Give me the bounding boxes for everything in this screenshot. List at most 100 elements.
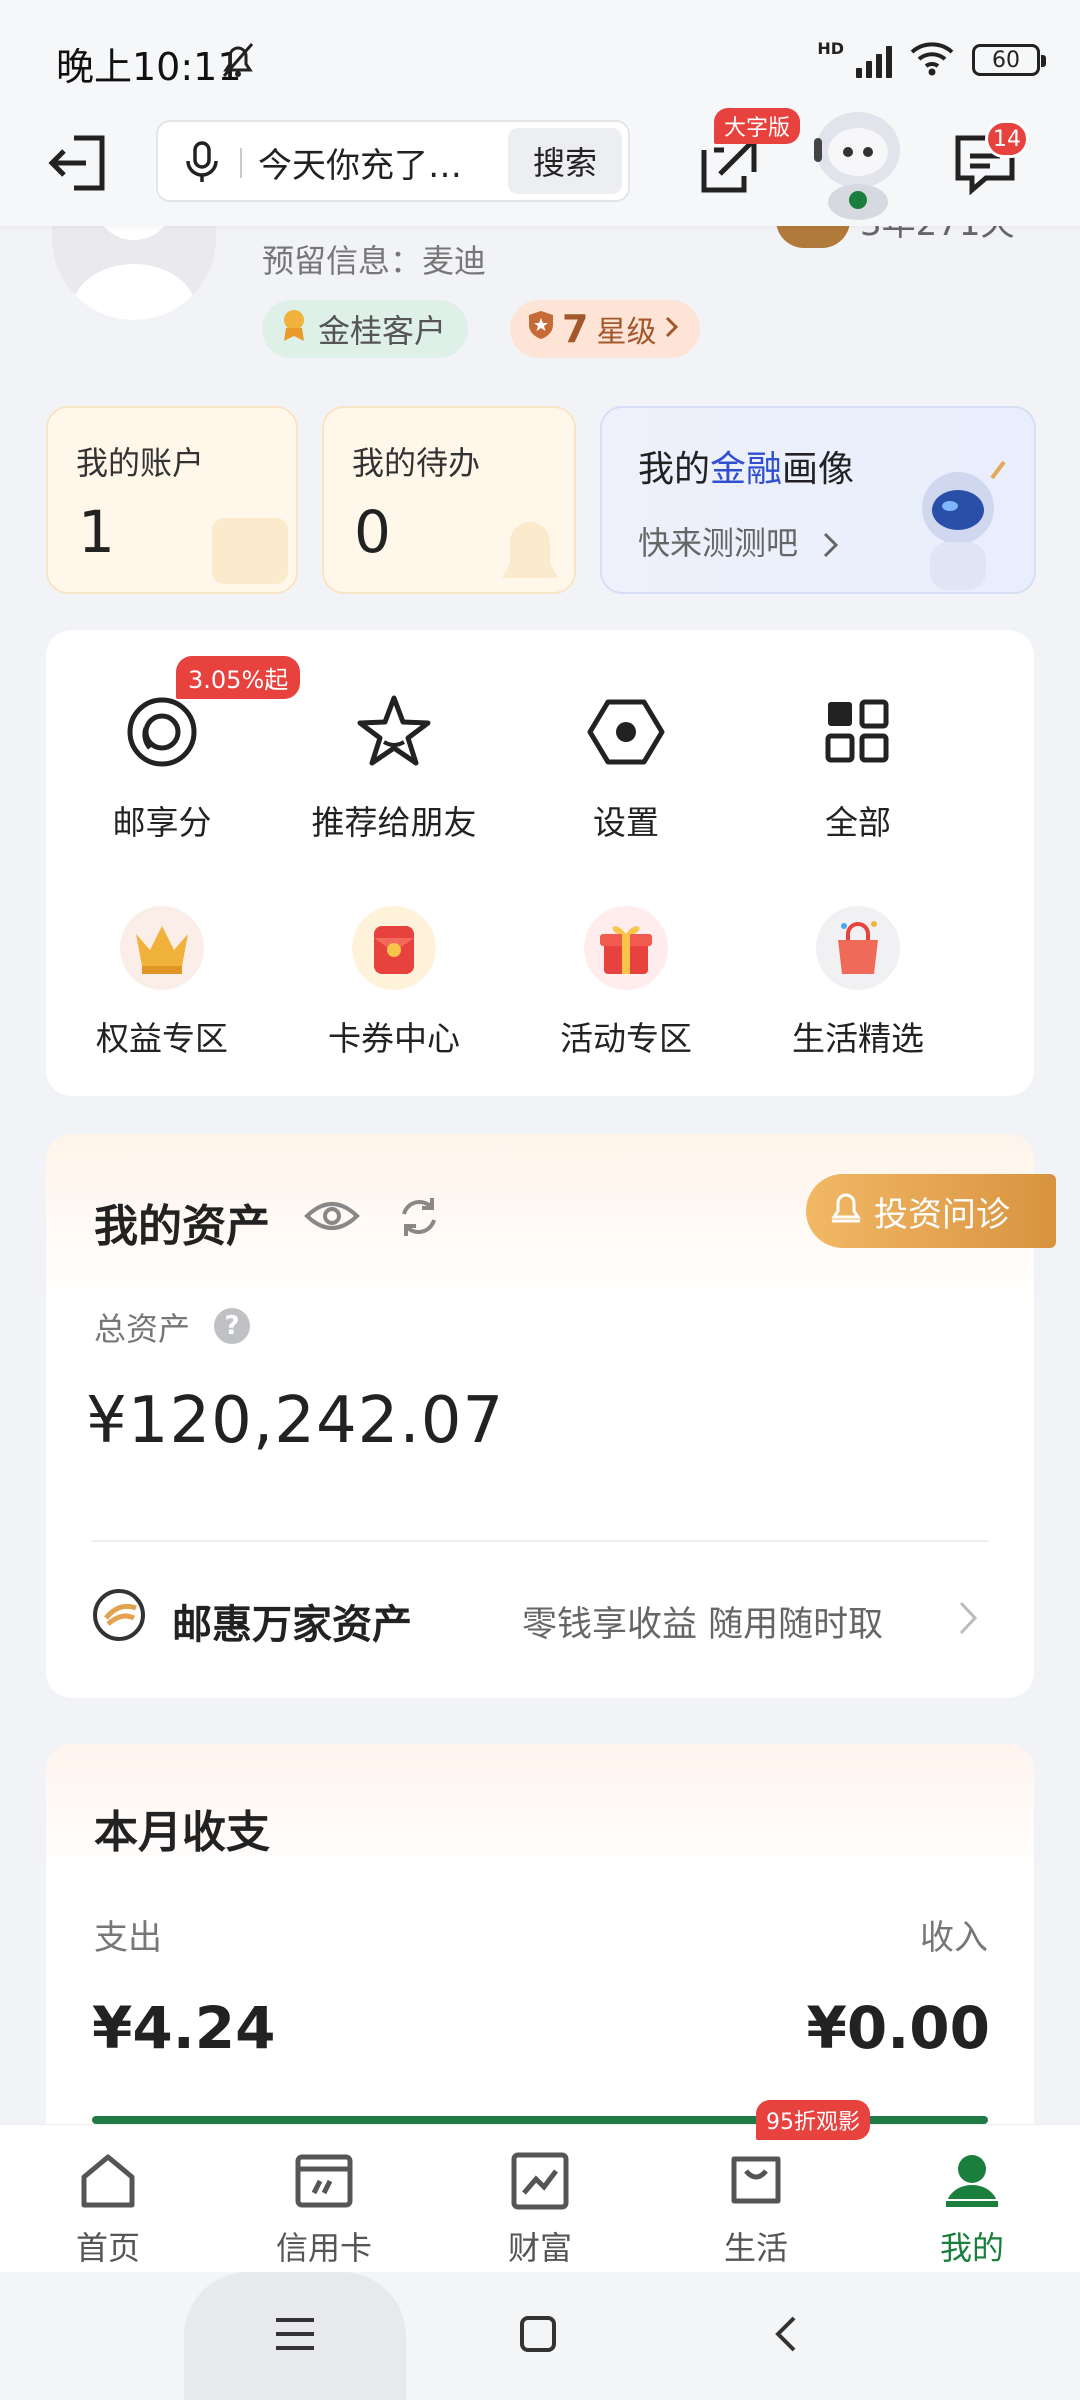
reserve-info: 预留信息：麦迪 (262, 242, 487, 280)
menu-label: 活动专区 (560, 1019, 692, 1058)
expense-value: ¥4.24 (92, 1994, 276, 2062)
customer-level-label: 金桂客户 (318, 312, 447, 350)
star-level-badge[interactable]: 7 星级 (510, 300, 701, 358)
promo-badge: 95折观影 (756, 2100, 870, 2140)
settings-icon (576, 682, 676, 782)
star-level-label: 星级 (596, 315, 657, 350)
financial-portrait-card[interactable]: 我的金融画像 快来测测吧 (600, 406, 1036, 594)
tab-mine[interactable]: 我的 (864, 2135, 1080, 2269)
investment-diagnosis-button[interactable]: 投资问诊 (806, 1174, 1056, 1248)
network-type: HD (817, 38, 844, 58)
account-count: 1 (78, 498, 115, 566)
bell-alert-icon (828, 1189, 864, 1234)
menu-item-coupons[interactable]: 卡券中心 (278, 898, 510, 1060)
income-value: ¥0.00 (806, 1994, 990, 2062)
home-square-icon[interactable] (518, 2314, 558, 2358)
menu-label: 推荐给朋友 (311, 803, 477, 842)
wealth-chart-icon (508, 2149, 572, 2213)
tab-life[interactable]: 生活 (648, 2135, 864, 2269)
expense-label: 支出 (94, 1918, 162, 1958)
tab-credit-card[interactable]: 信用卡 (216, 2135, 432, 2269)
assets-title: 我的资产 (94, 1201, 270, 1252)
home-icon (76, 2149, 140, 2213)
menu-label: 卡券中心 (328, 1019, 460, 1058)
grid-icon (808, 682, 908, 782)
tab-label: 财富 (507, 2229, 572, 2267)
my-todo-card[interactable]: 我的待办 0 (322, 406, 576, 594)
robot-assistant-icon[interactable] (808, 108, 908, 220)
menu-item-activities[interactable]: 活动专区 (510, 898, 742, 1060)
chevron-right-icon (664, 312, 680, 347)
quick-menu: 3.05%起 邮享分 推荐给朋友 设置 全部 权益专区 卡券中心 活动专区 生活… (46, 630, 1034, 1096)
tab-label: 信用卡 (275, 2229, 372, 2267)
system-nav-bar (0, 2272, 1080, 2400)
bigfont-badge: 大字版 (714, 108, 801, 144)
tab-label: 首页 (75, 2229, 140, 2267)
total-assets-value: ¥120,242.07 (86, 1384, 505, 1458)
bottom-tab-bar: 首页 信用卡 财富 生活 我的 (0, 2124, 1080, 2272)
fund-description[interactable]: 零钱享收益 随用随时取 (522, 1596, 883, 1647)
menu-label: 全部 (825, 803, 891, 842)
search-button[interactable]: 搜索 (508, 128, 622, 194)
points-icon (112, 682, 212, 782)
total-assets-label: 总资产 (94, 1310, 191, 1348)
status-icons: HD 60 (817, 38, 1046, 80)
credit-card-icon (292, 2149, 356, 2213)
star-icon (344, 682, 444, 782)
tab-label: 生活 (723, 2229, 788, 2267)
wifi-icon (910, 40, 954, 80)
star-number: 7 (562, 307, 589, 351)
menu-item-all[interactable]: 全部 (742, 682, 974, 844)
fund-name[interactable]: 邮惠万家资产 (172, 1592, 412, 1650)
coupon-icon (352, 906, 436, 990)
microphone-icon[interactable] (180, 140, 224, 188)
menu-item-recommend[interactable]: 推荐给朋友 (278, 682, 510, 844)
exit-icon (48, 135, 105, 191)
my-account-card[interactable]: 我的账户 1 (46, 406, 298, 594)
back-icon[interactable] (770, 2314, 800, 2358)
search-bar[interactable]: 今天你充了… 搜索 (156, 120, 630, 202)
menu-item-life-picks[interactable]: 生活精选 (742, 898, 974, 1060)
monthly-summary-card[interactable]: 本月收支 支出 收入 ¥4.24 ¥0.00 (46, 1744, 1034, 2124)
portrait-subtitle: 快来测测吧 (638, 518, 840, 564)
portrait-title: 我的金融画像 (638, 449, 855, 490)
wallet-icon (208, 504, 292, 592)
message-count-badge: 14 (985, 120, 1029, 158)
help-icon[interactable]: ? (214, 1308, 250, 1344)
chevron-right-icon[interactable] (958, 1600, 978, 1640)
menu-icon[interactable] (272, 2314, 318, 2358)
gift-icon (584, 906, 668, 990)
astronaut-icon (902, 458, 1022, 598)
menu-label: 生活精选 (792, 1019, 924, 1058)
account-label: 我的账户 (76, 444, 205, 482)
diagnosis-label: 投资问诊 (874, 1194, 1010, 1235)
menu-label: 邮享分 (112, 803, 212, 842)
signal-icon (856, 42, 892, 78)
mute-bell-icon (218, 40, 258, 84)
menu-item-settings[interactable]: 设置 (510, 682, 742, 844)
tab-wealth[interactable]: 财富 (432, 2135, 648, 2269)
search-input[interactable]: 今天你充了… (258, 138, 478, 187)
eye-icon[interactable] (304, 1192, 360, 1244)
status-time: 晚上10:11 (56, 45, 242, 89)
menu-item-points[interactable]: 邮享分 (46, 682, 278, 844)
refresh-icon[interactable] (396, 1194, 442, 1244)
medal-small-icon (280, 308, 308, 350)
menu-label: 设置 (593, 803, 659, 842)
menu-item-benefits[interactable]: 权益专区 (46, 898, 278, 1060)
bell-icon (488, 504, 572, 592)
customer-level-badge[interactable]: 金桂客户 (262, 300, 469, 358)
exit-button[interactable] (44, 128, 114, 198)
user-icon (940, 2149, 1004, 2213)
life-bag-icon (724, 2149, 788, 2213)
crown-icon (120, 906, 204, 990)
shopping-bag-icon (816, 906, 900, 990)
search-divider (240, 148, 242, 178)
tab-label: 我的 (939, 2229, 1004, 2267)
fund-logo-icon (92, 1588, 146, 1642)
top-header: 今天你充了… 搜索 大字版 14 (0, 108, 1080, 226)
battery-icon: 60 (972, 44, 1046, 76)
menu-label: 权益专区 (96, 1019, 228, 1058)
tab-home[interactable]: 首页 (0, 2135, 216, 2269)
divider (92, 1540, 988, 1542)
